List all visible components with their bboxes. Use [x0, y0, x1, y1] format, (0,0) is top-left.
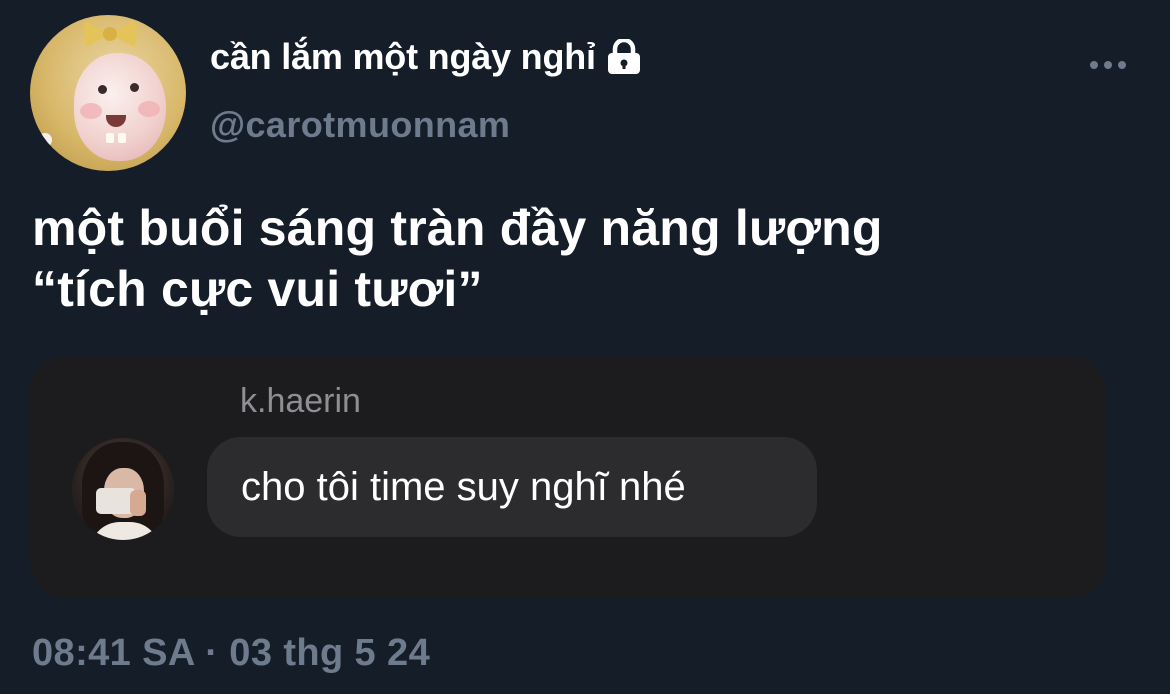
more-dot: [1104, 61, 1112, 69]
tweet-timestamp[interactable]: 08:41 SA · 03 thg 5 24: [32, 632, 430, 675]
attached-image-card[interactable]: k.haerin cho tôi time suy nghĩ nhé: [30, 356, 1106, 598]
avatar-eye: [98, 85, 107, 94]
avatar-cheek: [138, 101, 160, 117]
lock-icon: [607, 39, 640, 74]
profile-avatar[interactable]: [30, 15, 186, 171]
avatar-hand: [130, 490, 146, 516]
tweet-text: một buổi sáng tràn đầy năng lượng “tích …: [32, 198, 883, 320]
avatar-cheek: [80, 103, 102, 119]
user-handle[interactable]: @carotmuonnam: [210, 104, 510, 146]
display-name[interactable]: cần lắm một ngày nghỉ: [210, 36, 596, 78]
tweet-view: cần lắm một ngày nghỉ @carotmuonnam một …: [0, 0, 1170, 694]
message-bubble: cho tôi time suy nghĩ nhé: [207, 437, 817, 537]
avatar-tooth: [106, 133, 114, 143]
bow-icon: [83, 21, 137, 47]
display-name-row[interactable]: cần lắm một ngày nghỉ: [210, 36, 644, 78]
tweet-text-line: một buổi sáng tràn đầy năng lượng: [32, 200, 883, 256]
avatar-eye: [130, 83, 139, 92]
more-dot: [1090, 61, 1098, 69]
reply-avatar: [72, 438, 174, 540]
more-dot: [1118, 61, 1126, 69]
more-horizontal-icon[interactable]: [1086, 54, 1130, 76]
tweet-text-line: “tích cực vui tươi”: [32, 261, 483, 317]
avatar-spot: [38, 133, 52, 147]
avatar-tooth: [118, 133, 126, 143]
reply-username: k.haerin: [240, 382, 361, 420]
